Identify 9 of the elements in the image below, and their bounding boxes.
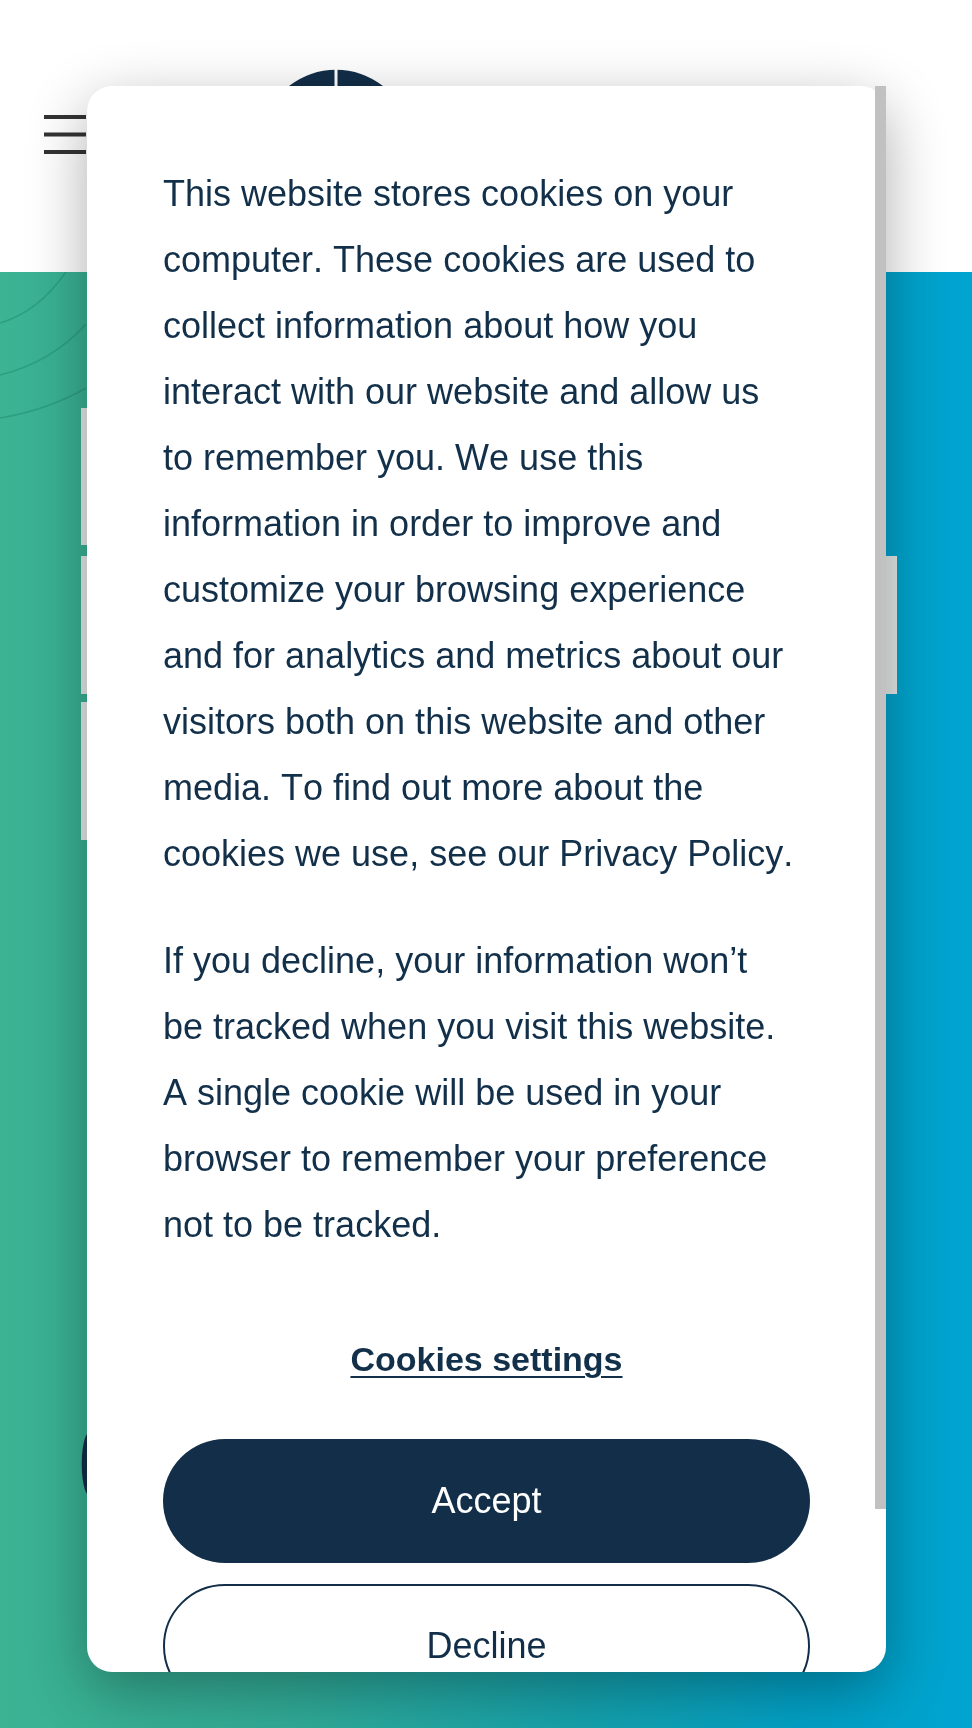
accept-button[interactable]: Accept — [163, 1439, 810, 1563]
scrollbar-thumb[interactable] — [875, 86, 886, 1509]
menu-icon[interactable] — [44, 115, 86, 154]
decline-button[interactable]: Decline — [163, 1584, 810, 1672]
logo-icon[interactable] — [289, 69, 383, 86]
cookie-notice-text: If you decline, your information won’t be tracked when you visit this website. A single cookie will be used in your browser to remember your preference not to be tracked. — [163, 939, 777, 1247]
button-edge — [81, 1434, 87, 1494]
cookies-settings-link[interactable]: Cookies settings — [350, 1334, 623, 1384]
cookie-notice-text: This website stores cookies on your computer. These cookies are used to collect information about how you interact with our website and allow us to remember you. We use this information in order to improve and customize your browsing experience and for analytics and metrics about our visitors both on this website and other media. To find out more about the cookies we use, see our Privacy Policy. — [163, 172, 795, 876]
